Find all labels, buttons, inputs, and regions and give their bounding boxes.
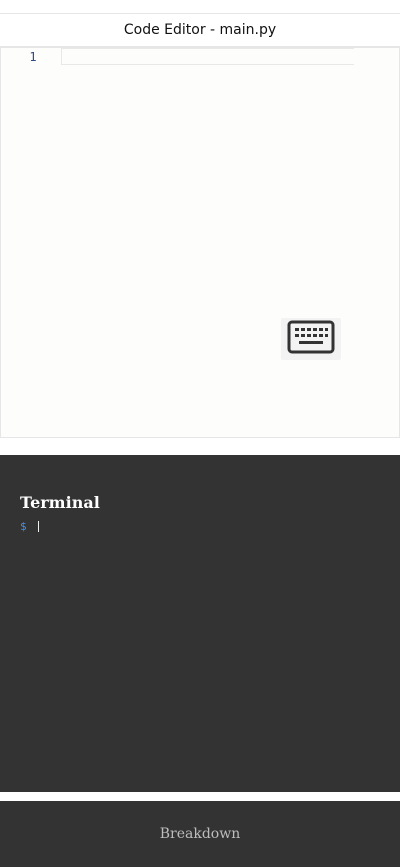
page-title: Code Editor - main.py xyxy=(123,22,277,38)
terminal-cursor xyxy=(37,521,39,532)
breakdown-label: Breakdown xyxy=(159,826,241,842)
terminal-panel[interactable]: Terminal $ xyxy=(0,455,400,792)
terminal-heading: Terminal xyxy=(20,493,100,512)
keyboard-button[interactable] xyxy=(281,318,341,360)
line-number: 1 xyxy=(29,50,37,64)
code-editor[interactable]: 1 xyxy=(0,47,400,438)
breakdown-bar[interactable]: Breakdown xyxy=(0,801,400,867)
terminal-prompt-line[interactable]: $ xyxy=(20,520,39,533)
code-line-input[interactable] xyxy=(61,48,354,65)
terminal-prompt: $ xyxy=(20,520,27,533)
editor-header: Code Editor - main.py xyxy=(0,13,400,47)
keyboard-icon xyxy=(287,320,335,358)
